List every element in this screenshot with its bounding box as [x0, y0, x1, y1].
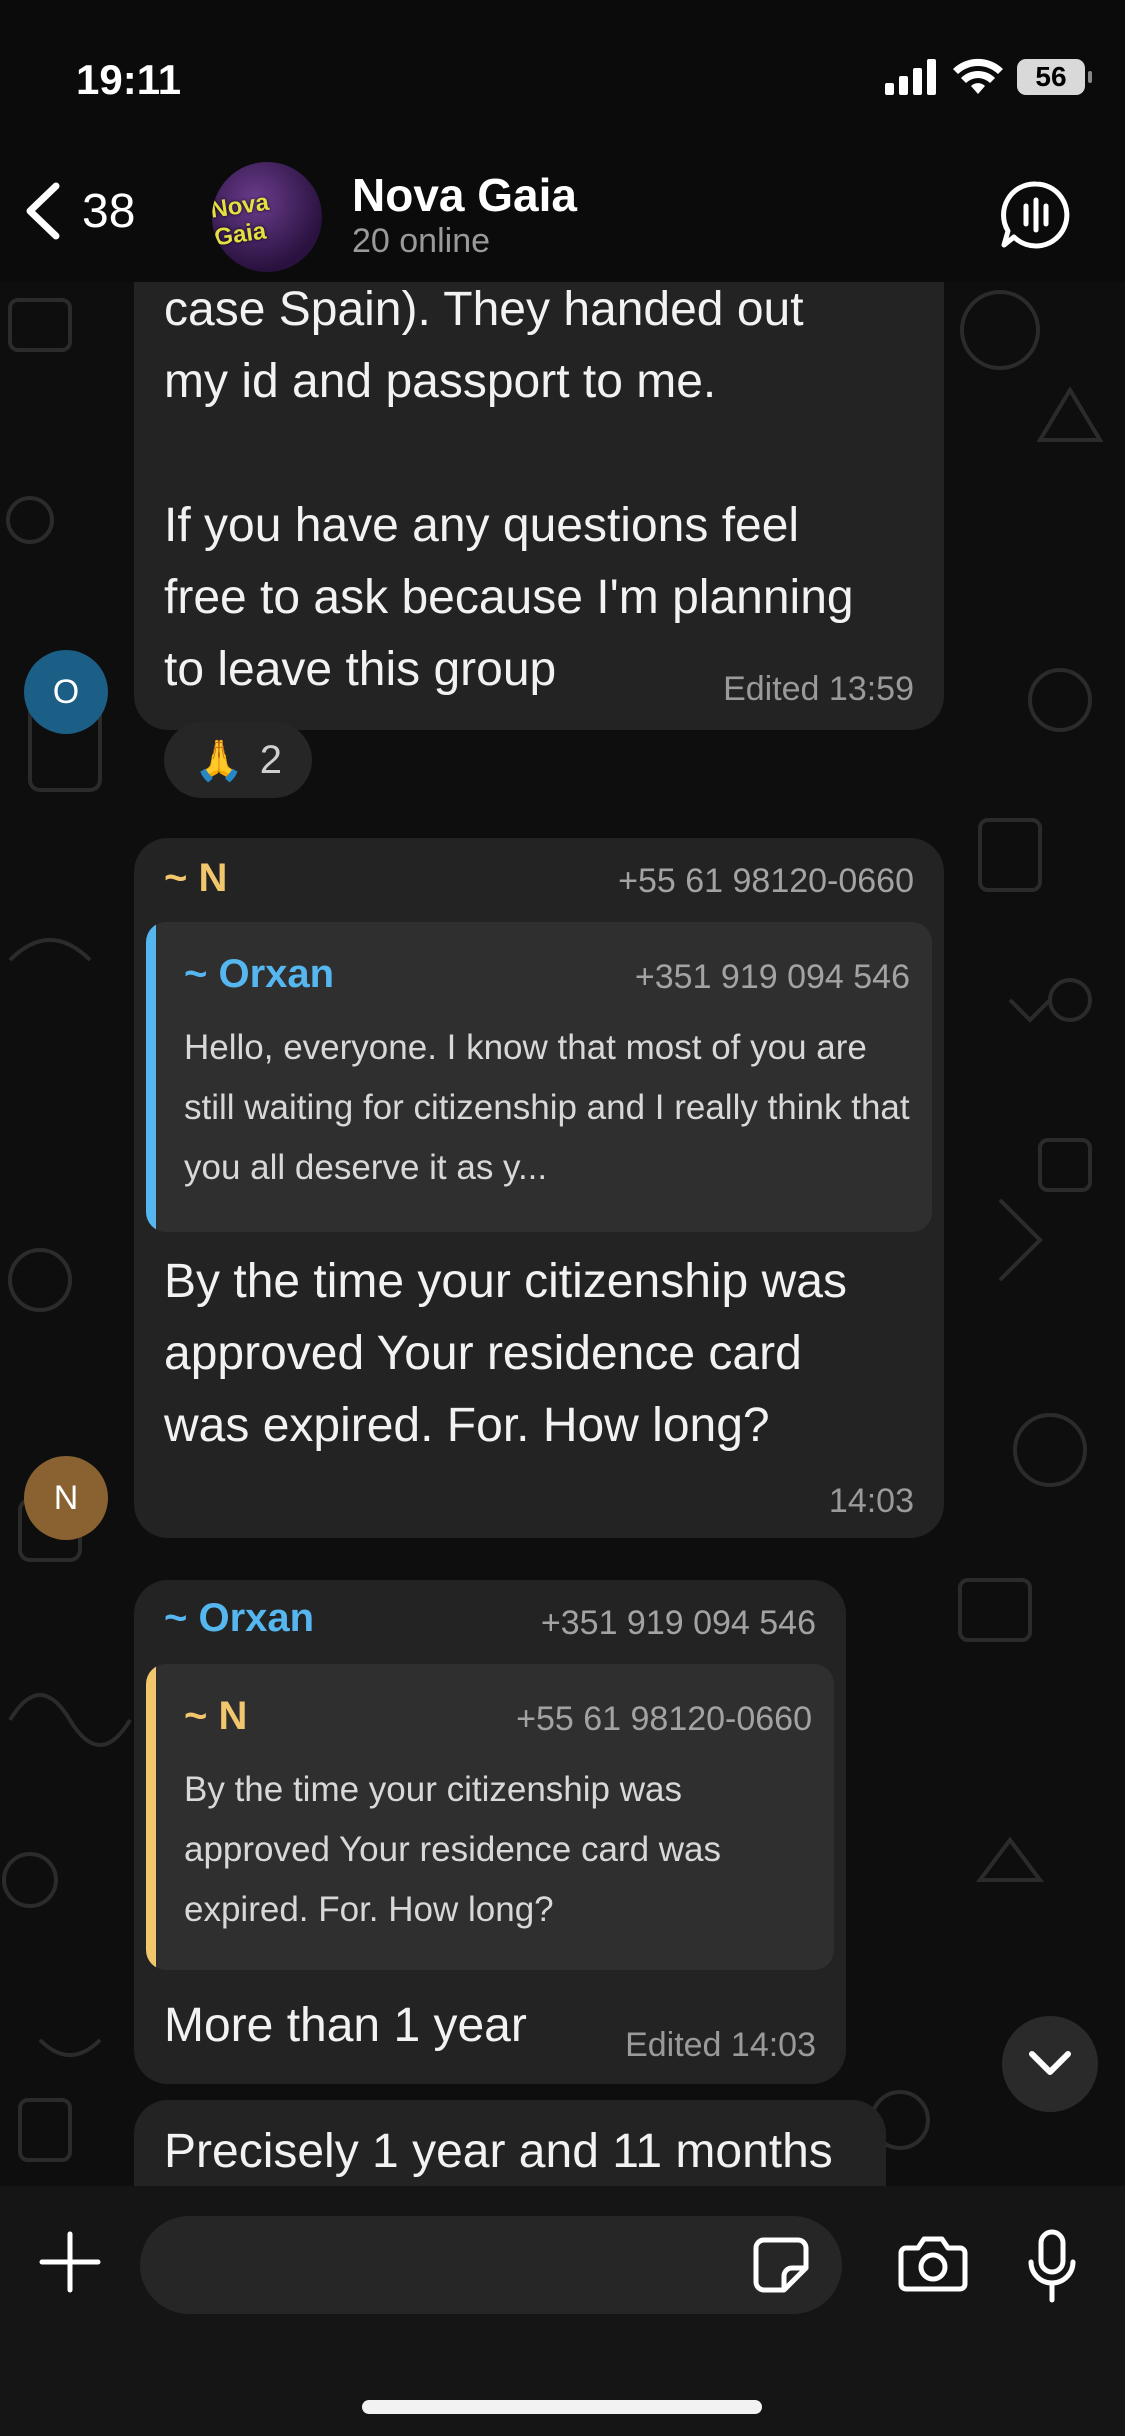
chevron-left-icon [26, 182, 60, 240]
status-icons: 56 [885, 58, 1092, 96]
avatar[interactable]: N [24, 1456, 108, 1540]
message-sender[interactable]: ~ Orxan [164, 1596, 314, 1641]
sender-phone: +351 919 094 546 [540, 1604, 816, 1642]
message-text: case Spain). They handed out my id and p… [164, 283, 854, 696]
camera-icon [898, 2236, 968, 2292]
status-time: 19:11 [76, 56, 182, 103]
camera-button[interactable] [898, 2234, 968, 2297]
group-online-count: 20 online [352, 222, 491, 260]
back-button[interactable]: 38 [20, 180, 135, 242]
unread-count: 38 [82, 184, 136, 238]
quote-phone: +55 61 98120-0660 [516, 1700, 812, 1738]
sticker-icon [753, 2237, 809, 2293]
reaction-badge[interactable]: 🙏 2 [164, 722, 312, 798]
attach-button[interactable] [38, 2230, 102, 2299]
quote-text: By the time your citizenship was approve… [184, 1770, 722, 1929]
voice-chat-icon [1001, 181, 1070, 249]
message-text: More than 1 year [164, 1999, 527, 2052]
reaction-emoji: 🙏 [193, 738, 244, 783]
wifi-icon [953, 58, 1003, 94]
message-sender[interactable]: ~ N [164, 856, 227, 901]
message-text: By the time your citizenship was approve… [164, 1255, 847, 1452]
chat-header: 38 Nova Gaia Nova Gaia 20 online [0, 150, 1125, 282]
avatar[interactable]: O [24, 650, 108, 734]
message-text: Precisely 1 year and 11 months [164, 2125, 833, 2178]
quote-accent-bar [146, 1664, 156, 1970]
message-input[interactable] [140, 2216, 842, 2314]
chevron-down-icon [1029, 2051, 1071, 2075]
message-bubble[interactable]: ~ N +55 61 98120-0660 ~ Orxan +351 919 0… [134, 838, 944, 1538]
group-name[interactable]: Nova Gaia [352, 168, 577, 222]
microphone-icon [1028, 2229, 1076, 2303]
quoted-message[interactable]: ~ Orxan +351 919 094 546 Hello, everyone… [146, 922, 932, 1232]
quoted-message[interactable]: ~ N +55 61 98120-0660 By the time your c… [146, 1664, 834, 1970]
battery-icon: 56 [1017, 59, 1092, 95]
scroll-to-bottom-button[interactable] [1002, 2016, 1098, 2112]
message-bubble[interactable]: case Spain). They handed out my id and p… [134, 282, 944, 730]
message-meta: 14:03 [828, 1482, 914, 1520]
message-input-bar [0, 2186, 1125, 2436]
cellular-signal-icon [885, 59, 936, 95]
home-indicator [362, 2400, 762, 2414]
status-bar: 19:11 56 [0, 0, 1125, 150]
voice-chat-button[interactable] [999, 178, 1073, 257]
sticker-button[interactable] [752, 2236, 810, 2299]
quote-text: Hello, everyone. I know that most of you… [184, 1028, 910, 1187]
quote-accent-bar [146, 922, 156, 1232]
message-meta: Edited 13:59 [723, 670, 914, 708]
plus-icon [39, 2231, 101, 2293]
quote-phone: +351 919 094 546 [634, 958, 910, 996]
message-meta: Edited 14:03 [625, 2026, 816, 2064]
quote-sender: ~ N [184, 1694, 248, 1738]
quote-sender: ~ Orxan [184, 952, 335, 996]
group-avatar-text: Nova Gaia [212, 188, 271, 252]
reaction-count: 2 [259, 737, 283, 782]
message-bubble[interactable]: ~ Orxan +351 919 094 546 ~ N +55 61 9812… [134, 1580, 846, 2084]
microphone-button[interactable] [1026, 2228, 1078, 2311]
group-avatar[interactable]: Nova Gaia [212, 162, 322, 272]
sender-phone: +55 61 98120-0660 [618, 862, 914, 900]
